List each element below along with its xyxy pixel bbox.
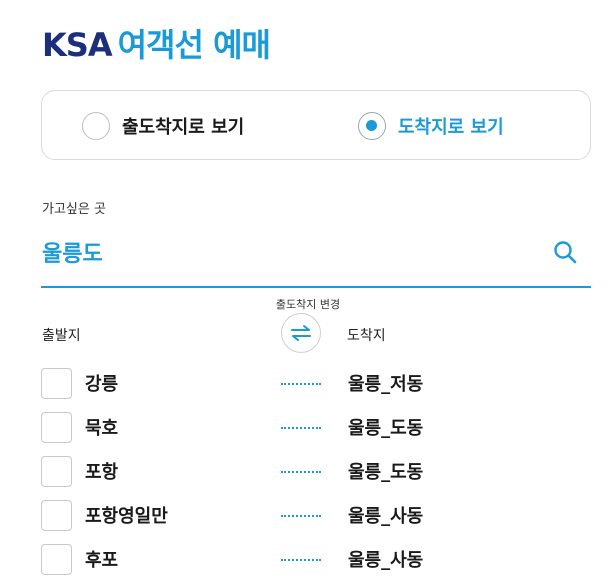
- destination-value: 울릉도: [42, 242, 103, 267]
- route-checkbox[interactable]: [41, 412, 72, 443]
- route-checkbox[interactable]: [41, 544, 72, 575]
- departure-port: 후포: [85, 550, 119, 571]
- route-connector: [281, 471, 321, 473]
- route-checkbox[interactable]: [41, 368, 72, 399]
- route-row: 강릉 울릉_저동: [0, 368, 612, 402]
- swap-direction-button[interactable]: [281, 313, 321, 353]
- route-connector: [281, 559, 321, 561]
- destination-label: 가고싶은 곳: [42, 202, 106, 217]
- departure-column-header: 출발지: [42, 328, 81, 344]
- departure-port: 묵호: [85, 418, 119, 439]
- view-mode-label: 출도착지로 보기: [122, 117, 245, 138]
- route-row: 포항영일만 울릉_사동: [0, 500, 612, 534]
- route-row: 묵호 울릉_도동: [0, 412, 612, 446]
- arrival-port: 울릉_도동: [348, 462, 424, 483]
- route-connector: [281, 427, 321, 429]
- arrival-port: 울릉_도동: [348, 418, 424, 439]
- departure-port: 강릉: [85, 374, 119, 395]
- radio-button-unchecked[interactable]: [82, 112, 110, 140]
- route-row: 포항 울릉_도동: [0, 456, 612, 490]
- page-title: KSA 여객선 예매: [42, 20, 271, 66]
- arrival-port: 울릉_사동: [348, 550, 424, 571]
- route-connector: [281, 515, 321, 517]
- destination-search-field[interactable]: 울릉도: [41, 226, 591, 288]
- route-checkbox[interactable]: [41, 456, 72, 487]
- view-mode-selector: 출도착지로 보기 도착지로 보기: [41, 90, 591, 160]
- arrival-column-header: 도착지: [347, 328, 386, 344]
- page-subtitle: 여객선 예매: [117, 26, 271, 64]
- route-row: 후포 울릉_사동: [0, 544, 612, 578]
- route-connector: [281, 383, 321, 385]
- view-mode-option-destination[interactable]: 도착지로 보기: [358, 111, 504, 141]
- arrival-port: 울릉_저동: [348, 374, 424, 395]
- route-checkbox[interactable]: [41, 500, 72, 531]
- departure-port: 포항영일만: [85, 506, 168, 527]
- view-mode-label: 도착지로 보기: [398, 117, 504, 138]
- arrival-port: 울릉_사동: [348, 506, 424, 527]
- search-icon[interactable]: [551, 238, 579, 266]
- swap-arrows-icon: [291, 325, 311, 341]
- view-mode-option-origin-destination[interactable]: 출도착지로 보기: [82, 111, 244, 141]
- departure-port: 포항: [85, 462, 119, 483]
- radio-button-checked[interactable]: [358, 112, 386, 140]
- swap-caption: 출도착지 변경: [275, 298, 341, 311]
- brand-name: KSA: [42, 26, 113, 64]
